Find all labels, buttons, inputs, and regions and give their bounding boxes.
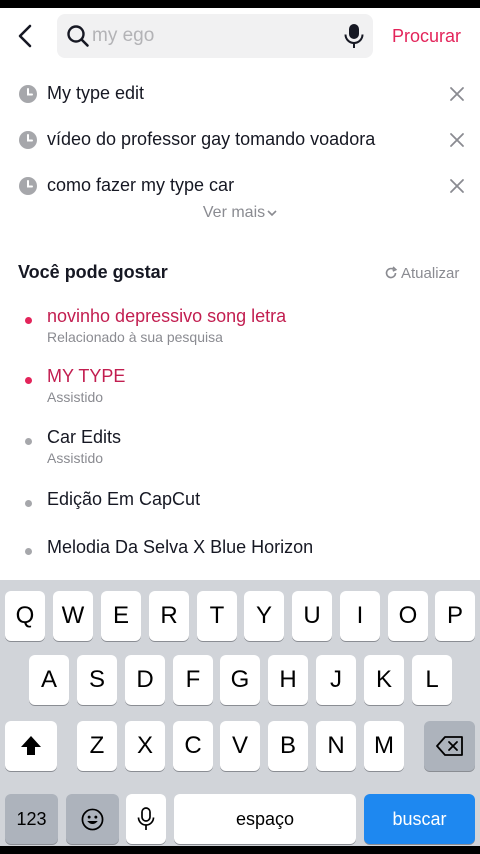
key-j[interactable]: J bbox=[316, 655, 356, 705]
key-r[interactable]: R bbox=[149, 591, 189, 641]
key-f[interactable]: F bbox=[173, 655, 213, 705]
clock-icon bbox=[19, 177, 37, 195]
key-x[interactable]: X bbox=[125, 721, 165, 771]
shift-icon bbox=[21, 736, 41, 755]
suggestion-subtitle: Assistido bbox=[47, 450, 104, 466]
space-key[interactable]: espaço bbox=[174, 794, 356, 844]
history-item[interactable]: como fazer my type car bbox=[0, 163, 480, 209]
suggestion-dot bbox=[25, 438, 32, 445]
search-submit-button[interactable]: Procurar bbox=[392, 26, 461, 47]
back-icon[interactable] bbox=[10, 20, 42, 52]
key-o[interactable]: O bbox=[388, 591, 428, 641]
key-l[interactable]: L bbox=[412, 655, 452, 705]
key-i[interactable]: I bbox=[340, 591, 380, 641]
emoji-icon bbox=[81, 808, 104, 831]
key-d[interactable]: D bbox=[125, 655, 165, 705]
refresh-icon bbox=[385, 266, 398, 279]
key-k[interactable]: K bbox=[364, 655, 404, 705]
search-return-key[interactable]: buscar bbox=[364, 794, 475, 844]
backspace-icon bbox=[436, 736, 463, 756]
suggestion-item[interactable]: Car Edits Assistido bbox=[0, 427, 480, 483]
shift-key[interactable] bbox=[5, 721, 57, 771]
history-item[interactable]: vídeo do professor gay tomando voadora bbox=[0, 117, 480, 163]
key-z[interactable]: Z bbox=[77, 721, 117, 771]
suggestion-subtitle: Relacionado à sua pesquisa bbox=[47, 329, 223, 345]
suggestions-title: Você pode gostar bbox=[18, 262, 168, 282]
key-p[interactable]: P bbox=[435, 591, 475, 641]
search-icon bbox=[67, 25, 89, 47]
key-t[interactable]: T bbox=[197, 591, 237, 641]
suggestion-title: novinho depressivo song letra bbox=[47, 306, 287, 326]
emoji-key[interactable] bbox=[66, 794, 119, 844]
suggestion-dot bbox=[25, 548, 32, 555]
microphone-icon bbox=[137, 807, 155, 830]
suggestion-dot bbox=[25, 500, 32, 507]
search-bar: Procurar bbox=[0, 8, 480, 66]
microphone-icon[interactable] bbox=[343, 23, 365, 49]
history-item-label: My type edit bbox=[47, 83, 145, 103]
suggestion-title: MY TYPE bbox=[47, 366, 126, 386]
suggestion-item[interactable]: MY TYPE Assistido bbox=[0, 366, 480, 422]
suggestion-subtitle: Assistido bbox=[47, 389, 104, 405]
search-field[interactable] bbox=[57, 14, 373, 58]
key-v[interactable]: V bbox=[220, 721, 260, 771]
history-item-label: vídeo do professor gay tomando voadora bbox=[47, 129, 376, 149]
key-c[interactable]: C bbox=[173, 721, 213, 771]
see-more-button[interactable]: Ver mais bbox=[0, 204, 480, 222]
close-icon[interactable] bbox=[448, 131, 466, 149]
key-m[interactable]: M bbox=[364, 721, 404, 771]
key-q[interactable]: Q bbox=[5, 591, 45, 641]
key-w[interactable]: W bbox=[53, 591, 93, 641]
key-s[interactable]: S bbox=[77, 655, 117, 705]
refresh-label: Atualizar bbox=[401, 265, 460, 282]
clock-icon bbox=[19, 131, 37, 149]
key-a[interactable]: A bbox=[29, 655, 69, 705]
key-b[interactable]: B bbox=[268, 721, 308, 771]
backspace-key[interactable] bbox=[424, 721, 475, 771]
close-icon[interactable] bbox=[448, 85, 466, 103]
key-e[interactable]: E bbox=[101, 591, 141, 641]
key-u[interactable]: U bbox=[292, 591, 332, 641]
numbers-key[interactable]: 123 bbox=[5, 794, 58, 844]
suggestion-dot bbox=[25, 377, 32, 384]
key-n[interactable]: N bbox=[316, 721, 356, 771]
suggestion-dot bbox=[25, 317, 32, 324]
key-y[interactable]: Y bbox=[244, 591, 284, 641]
dictation-key[interactable] bbox=[126, 794, 166, 844]
suggestion-title: Car Edits bbox=[47, 427, 122, 447]
clock-icon bbox=[19, 85, 37, 103]
refresh-button[interactable]: Atualizar bbox=[384, 265, 459, 282]
history-item-label: como fazer my type car bbox=[47, 175, 235, 195]
keyboard: Q W E R T Y U I O P A S D F G H J K L Z … bbox=[0, 580, 480, 846]
suggestion-title: Edição Em CapCut bbox=[47, 489, 201, 509]
close-icon[interactable] bbox=[448, 177, 466, 195]
suggestion-item[interactable]: novinho depressivo song letra Relacionad… bbox=[0, 306, 480, 362]
chevron-down-icon bbox=[267, 210, 277, 217]
key-h[interactable]: H bbox=[268, 655, 308, 705]
suggestion-title: Melodia Da Selva X Blue Horizon bbox=[47, 537, 314, 557]
search-input[interactable] bbox=[92, 14, 332, 58]
key-g[interactable]: G bbox=[220, 655, 260, 705]
history-item[interactable]: My type edit bbox=[0, 71, 480, 117]
see-more-label: Ver mais bbox=[202, 204, 266, 221]
search-screen: Procurar My type edit vídeo do professor… bbox=[0, 8, 480, 846]
